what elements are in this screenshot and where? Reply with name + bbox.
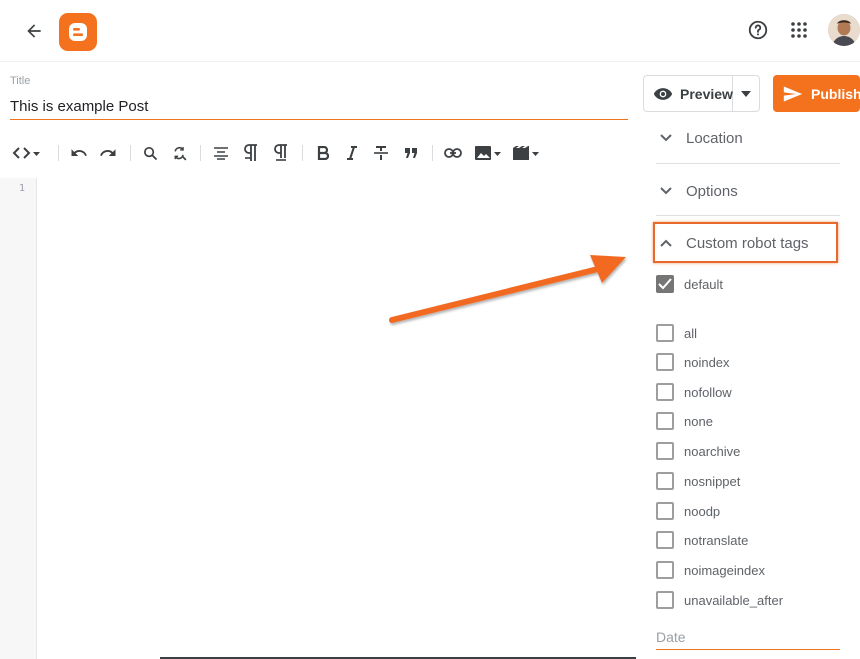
replace-icon[interactable]: [168, 142, 190, 164]
robot-tag-noarchive[interactable]: noarchive: [656, 440, 740, 462]
apps-grid-icon[interactable]: [786, 17, 812, 43]
robot-tag-label: default: [684, 276, 724, 292]
robot-tag-nofollow[interactable]: nofollow: [656, 381, 732, 403]
arrow-back-icon[interactable]: [20, 17, 48, 45]
checkbox[interactable]: [656, 502, 674, 520]
align-icon[interactable]: [210, 142, 232, 164]
italic-icon[interactable]: [341, 142, 363, 164]
checkbox[interactable]: [656, 472, 674, 490]
chevron-up-icon: [660, 239, 672, 247]
user-avatar[interactable]: [828, 14, 860, 46]
publish-button[interactable]: Publish: [773, 75, 860, 112]
robot-tag-label: noimageindex: [684, 562, 765, 578]
checkbox[interactable]: [656, 591, 674, 609]
section-label: Custom robot tags: [686, 234, 809, 252]
bold-icon[interactable]: [312, 142, 334, 164]
chevron-down-icon: [660, 187, 672, 195]
robot-tag-label: nosnippet: [684, 473, 741, 489]
checkbox[interactable]: [656, 561, 674, 579]
preview-label: Preview: [680, 85, 733, 102]
strikethrough-icon[interactable]: [370, 142, 392, 164]
robot-tag-default[interactable]: default: [656, 273, 723, 295]
video-icon[interactable]: [511, 142, 541, 164]
preview-dropdown-icon[interactable]: [733, 76, 759, 111]
robot-tag-notranslate[interactable]: notranslate: [656, 529, 748, 551]
toolbar-divider: [130, 145, 131, 161]
title-input[interactable]: [10, 94, 628, 120]
checkbox[interactable]: [656, 412, 674, 430]
checkbox[interactable]: [656, 531, 674, 549]
title-label: Title: [10, 75, 31, 87]
help-circle-icon[interactable]: [745, 17, 771, 43]
send-icon: [783, 85, 803, 103]
quote-icon[interactable]: [400, 142, 422, 164]
toolbar-divider: [58, 145, 59, 161]
robot-tag-all[interactable]: all: [656, 322, 697, 344]
publish-label: Publish: [811, 85, 860, 102]
robot-tag-label: nofollow: [684, 384, 732, 400]
code-view-icon[interactable]: [10, 142, 44, 164]
section-location[interactable]: Location: [656, 118, 840, 158]
robot-tag-label: noindex: [684, 354, 730, 370]
robot-tag-label: unavailable_after: [684, 592, 784, 608]
checkbox[interactable]: [656, 442, 674, 460]
robot-tag-label: notranslate: [684, 532, 749, 548]
section-divider: [656, 163, 840, 164]
preview-main[interactable]: Preview: [644, 76, 733, 111]
robot-tag-unavailable-after[interactable]: unavailable_after: [656, 589, 783, 611]
toolbar-divider: [302, 145, 303, 161]
line-number: 1: [18, 183, 25, 194]
paragraph-alt-icon[interactable]: [270, 142, 292, 164]
robot-tag-nosnippet[interactable]: nosnippet: [656, 470, 740, 492]
robot-tag-label: all: [684, 325, 698, 341]
section-custom-robot-tags[interactable]: Custom robot tags: [656, 223, 840, 263]
top-bar: [0, 0, 860, 62]
checkbox[interactable]: [656, 324, 674, 342]
redo-icon[interactable]: [97, 142, 119, 164]
robot-tag-label: none: [684, 413, 713, 429]
section-divider: [656, 215, 840, 216]
toolbar-divider: [200, 145, 201, 161]
image-icon[interactable]: [473, 142, 503, 164]
link-icon[interactable]: [442, 142, 464, 164]
robot-tag-noimageindex[interactable]: noimageindex: [656, 559, 765, 581]
robot-tag-noindex[interactable]: noindex: [656, 351, 730, 373]
html-editor-area[interactable]: [38, 178, 636, 659]
robot-tag-label: noodp: [684, 503, 721, 519]
checkbox-checked[interactable]: [656, 275, 674, 293]
eye-icon: [653, 87, 673, 101]
undo-icon[interactable]: [68, 142, 90, 164]
blogger-logo[interactable]: [59, 13, 97, 51]
section-label: Location: [686, 129, 743, 147]
checkbox[interactable]: [656, 383, 674, 401]
line-number-gutter: [0, 178, 37, 659]
preview-button[interactable]: Preview: [643, 75, 760, 112]
robot-tag-none[interactable]: none: [656, 410, 713, 432]
section-label: Options: [686, 182, 738, 200]
robot-tag-label: noarchive: [684, 443, 741, 459]
checkbox[interactable]: [656, 353, 674, 371]
robot-tag-noodp[interactable]: noodp: [656, 500, 720, 522]
section-options[interactable]: Options: [656, 171, 840, 211]
search-icon[interactable]: [139, 142, 161, 164]
paragraph-icon[interactable]: [240, 142, 262, 164]
date-field[interactable]: Date: [656, 626, 840, 650]
editor-toolbar: [0, 138, 630, 168]
toolbar-divider: [432, 145, 433, 161]
chevron-down-icon: [660, 134, 672, 142]
